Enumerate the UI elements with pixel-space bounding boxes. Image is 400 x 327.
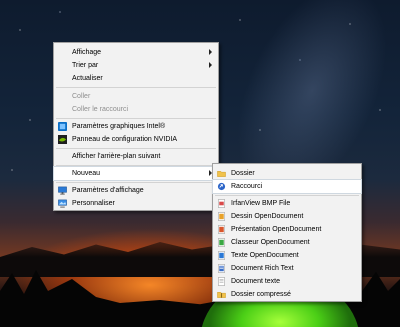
menu-item-label: Affichage: [72, 49, 102, 56]
ods-file-icon: [218, 238, 225, 247]
menu-item-intel-graphics[interactable]: Paramètres graphiques Intel®: [54, 120, 218, 133]
submenu-item-label: Dessin OpenDocument: [231, 213, 304, 220]
menu-separator: [56, 165, 216, 166]
submenu-item-odp[interactable]: Présentation OpenDocument: [213, 223, 361, 236]
menu-separator: [56, 87, 216, 88]
rtf-file-icon: [218, 264, 225, 273]
submenu-nouveau: Dossier Raccourci IrfanView BMP File Des…: [212, 163, 362, 302]
menu-item-label: Personnaliser: [72, 200, 115, 207]
intel-graphics-icon: [58, 122, 67, 131]
chevron-right-icon: [209, 62, 212, 68]
submenu-item-label: Texte OpenDocument: [231, 252, 299, 259]
submenu-item-raccourci[interactable]: Raccourci: [212, 179, 362, 194]
menu-item-label: Actualiser: [72, 75, 103, 82]
shortcut-icon: [217, 182, 226, 191]
menu-item-label: Trier par: [72, 62, 99, 69]
menu-item-display-settings[interactable]: Paramètres d'affichage: [54, 184, 218, 197]
menu-item-coller[interactable]: Coller: [54, 90, 218, 103]
zip-folder-icon: [217, 292, 226, 298]
folder-icon: [217, 171, 226, 177]
personalize-icon: [58, 199, 67, 208]
submenu-item-label: Dossier compressé: [231, 291, 291, 298]
menu-item-label: Paramètres d'affichage: [72, 187, 144, 194]
menu-item-label: Coller le raccourci: [72, 106, 129, 113]
submenu-item-label: Présentation OpenDocument: [231, 226, 322, 233]
submenu-item-txt[interactable]: Document texte: [213, 275, 361, 288]
nvidia-icon: [58, 135, 67, 144]
submenu-item-zip[interactable]: Dossier compressé: [213, 288, 361, 301]
menu-item-nvidia-control-panel[interactable]: Panneau de configuration NVIDIA: [54, 133, 218, 146]
submenu-item-label: Raccourci: [231, 183, 263, 190]
menu-item-affichage[interactable]: Affichage: [54, 46, 218, 59]
submenu-item-odt[interactable]: Texte OpenDocument: [213, 249, 361, 262]
menu-separator: [56, 148, 216, 149]
menu-item-label: Afficher l'arrière-plan suivant: [72, 153, 161, 160]
menu-item-next-background[interactable]: Afficher l'arrière-plan suivant: [54, 150, 218, 163]
menu-item-coller-raccourci[interactable]: Coller le raccourci: [54, 103, 218, 116]
chevron-right-icon: [209, 49, 212, 55]
menu-item-personnaliser[interactable]: Personnaliser: [54, 197, 218, 210]
desktop-context-menu: Affichage Trier par Actualiser Coller Co…: [53, 42, 219, 211]
menu-separator: [215, 195, 359, 196]
odt-file-icon: [218, 251, 225, 260]
submenu-item-irfanview-bmp[interactable]: IrfanView BMP File: [213, 197, 361, 210]
menu-separator: [56, 182, 216, 183]
submenu-item-label: IrfanView BMP File: [231, 200, 291, 207]
odp-file-icon: [218, 225, 225, 234]
menu-item-label: Nouveau: [72, 170, 101, 177]
submenu-item-dossier[interactable]: Dossier: [213, 167, 361, 180]
display-settings-icon: [58, 186, 67, 195]
submenu-item-odg[interactable]: Dessin OpenDocument: [213, 210, 361, 223]
menu-item-actualiser[interactable]: Actualiser: [54, 72, 218, 85]
bmp-file-icon: [218, 199, 225, 208]
menu-item-label: Paramètres graphiques Intel®: [72, 123, 166, 130]
submenu-item-rtf[interactable]: Document Rich Text: [213, 262, 361, 275]
txt-file-icon: [218, 277, 225, 286]
submenu-item-label: Dossier: [231, 170, 255, 177]
menu-item-trier-par[interactable]: Trier par: [54, 59, 218, 72]
submenu-item-label: Document texte: [231, 278, 281, 285]
menu-item-nouveau[interactable]: Nouveau: [53, 166, 219, 181]
submenu-item-label: Classeur OpenDocument: [231, 239, 310, 246]
menu-item-label: Panneau de configuration NVIDIA: [72, 136, 178, 143]
menu-item-label: Coller: [72, 93, 91, 100]
submenu-item-ods[interactable]: Classeur OpenDocument: [213, 236, 361, 249]
menu-separator: [56, 118, 216, 119]
submenu-item-label: Document Rich Text: [231, 265, 294, 272]
odg-file-icon: [218, 212, 225, 221]
